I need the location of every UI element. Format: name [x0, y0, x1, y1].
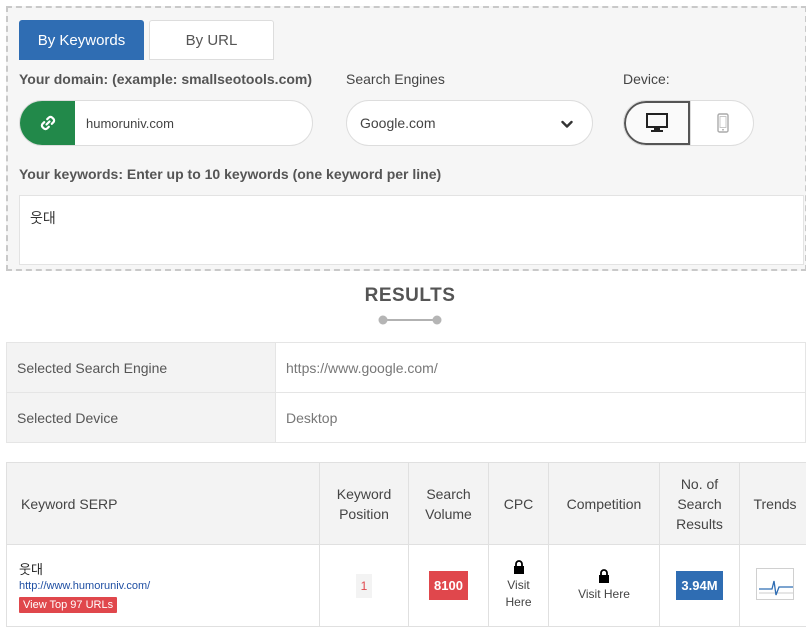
- trend-sparkline[interactable]: [756, 567, 794, 600]
- table-row: Selected Device Desktop: [6, 392, 806, 443]
- col-keyword-serp: Keyword SERP: [6, 462, 320, 545]
- cpc-cell[interactable]: Visit Here: [488, 544, 549, 627]
- position-badge: 1: [356, 573, 372, 598]
- keywords-textarea[interactable]: 웃대: [19, 195, 804, 265]
- volume-cell: 8100: [408, 544, 489, 627]
- desktop-icon: [646, 113, 668, 132]
- keywords-label: Your keywords: Enter up to 10 keywords (…: [19, 166, 442, 182]
- search-engine-value: Google.com: [360, 115, 436, 131]
- cpc-visit-line: Here: [505, 595, 532, 609]
- domain-input[interactable]: [75, 101, 312, 145]
- view-top-urls-button[interactable]: View Top 97 URLs: [19, 596, 118, 613]
- table-row: Selected Search Engine https://www.googl…: [6, 342, 806, 393]
- chevron-down-icon: [561, 120, 573, 128]
- col-search-results: No. of Search Results: [659, 462, 740, 545]
- keyword-cell: 웃대 http://www.humoruniv.com/ View Top 97…: [6, 544, 320, 627]
- selection-info-table: Selected Search Engine https://www.googl…: [6, 342, 806, 443]
- link-icon: [40, 115, 55, 131]
- col-search-results-line: Results: [676, 515, 723, 532]
- link-button[interactable]: [20, 101, 75, 145]
- keyword-serp-table: Keyword SERP Keyword Position Search Vol…: [6, 462, 806, 627]
- device-label: Device:: [623, 71, 670, 87]
- search-engines-label: Search Engines: [346, 71, 445, 87]
- mobile-icon: [717, 113, 729, 133]
- search-results-badge: 3.94M: [676, 571, 723, 600]
- trends-cell: [739, 544, 806, 627]
- col-keyword-position-line: Keyword: [336, 485, 392, 502]
- col-keyword-position-line: Position: [339, 505, 389, 522]
- device-toggle: [623, 100, 754, 146]
- cpc-visit-link[interactable]: Visit Here: [489, 577, 548, 611]
- col-trends: Trends: [739, 462, 806, 545]
- keyword-text: 웃대: [19, 561, 43, 577]
- col-keyword-position: Keyword Position: [319, 462, 409, 545]
- section-divider: [378, 315, 442, 325]
- col-search-volume: Search Volume: [408, 462, 489, 545]
- device-desktop-button[interactable]: [624, 101, 690, 145]
- trend-chart-icon: [759, 580, 793, 595]
- table-header-row: Keyword SERP Keyword Position Search Vol…: [6, 462, 806, 545]
- domain-label: Your domain: (example: smallseotools.com…: [19, 71, 313, 87]
- device-mobile-button[interactable]: [690, 101, 753, 145]
- competition-visit-link[interactable]: Visit Here: [549, 586, 659, 603]
- info-value: https://www.google.com/: [275, 342, 806, 393]
- domain-field: [19, 100, 313, 146]
- lock-icon: [513, 560, 524, 574]
- col-competition: Competition: [548, 462, 660, 545]
- results-cell: 3.94M: [659, 544, 740, 627]
- position-cell: 1: [319, 544, 409, 627]
- tab-by-url[interactable]: By URL: [149, 20, 274, 60]
- col-search-volume-line: Search: [426, 485, 471, 502]
- tab-by-keywords[interactable]: By Keywords: [19, 20, 144, 60]
- col-search-results-line: Search: [677, 495, 722, 512]
- info-value: Desktop: [275, 392, 806, 443]
- info-key: Selected Device: [6, 392, 276, 443]
- competition-cell[interactable]: Visit Here: [548, 544, 660, 627]
- col-search-results-line: No. of: [680, 475, 719, 492]
- lock-icon: [599, 568, 609, 583]
- table-row: 웃대 http://www.humoruniv.com/ View Top 97…: [6, 544, 806, 627]
- info-key: Selected Search Engine: [6, 342, 276, 393]
- col-cpc: CPC: [488, 462, 549, 545]
- col-search-volume-line: Volume: [425, 505, 472, 522]
- search-volume-badge: 8100: [429, 571, 468, 600]
- cpc-visit-line: Visit: [507, 578, 530, 592]
- results-title: RESULTS: [364, 285, 456, 306]
- keyword-url-link[interactable]: http://www.humoruniv.com/: [19, 580, 319, 592]
- search-panel: By Keywords By URL Your domain: (example…: [6, 6, 806, 271]
- search-engine-select[interactable]: Google.com: [346, 100, 593, 146]
